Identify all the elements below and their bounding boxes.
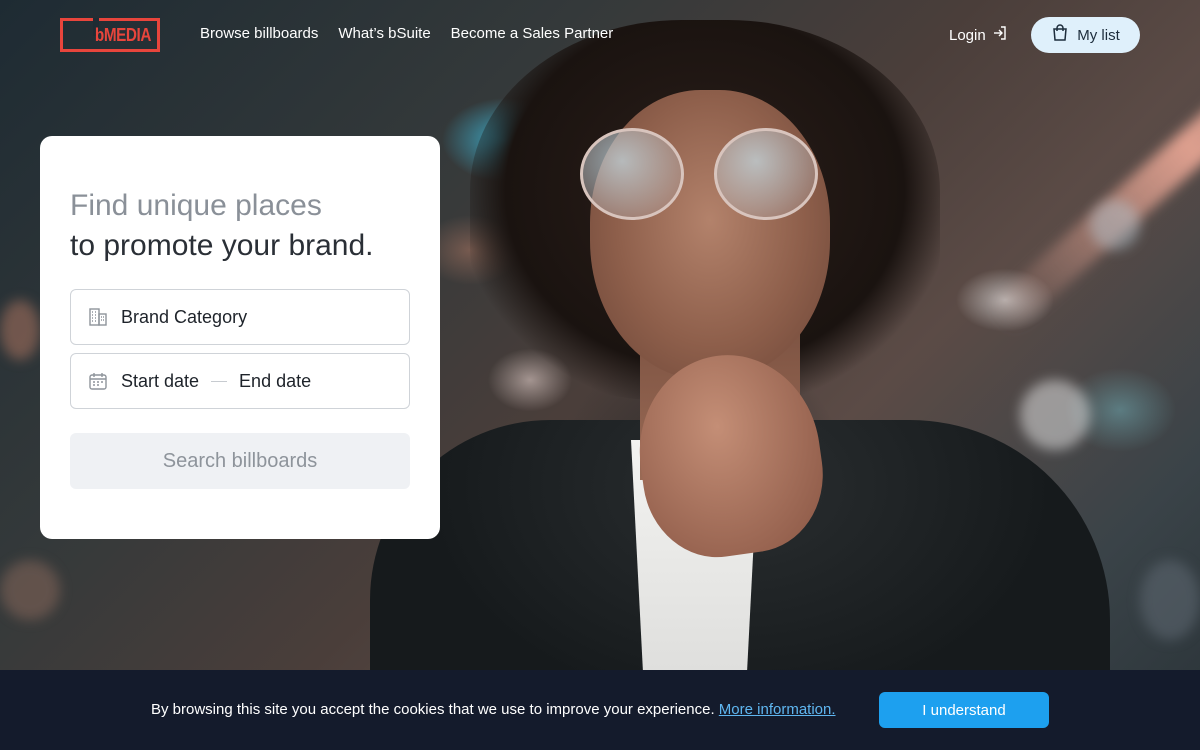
bokeh-light	[1020, 380, 1090, 450]
nav-browse-billboards[interactable]: Browse billboards	[200, 25, 318, 42]
bmedia-logo[interactable]: bMEDIA	[60, 18, 160, 52]
cookie-banner: By browsing this site you accept the coo…	[0, 670, 1200, 750]
cookie-message-container: By browsing this site you accept the coo…	[151, 701, 836, 718]
card-title-line1: Find unique places	[70, 189, 322, 222]
nav-become-sales-partner[interactable]: Become a Sales Partner	[451, 25, 614, 42]
date-separator	[211, 380, 228, 382]
login-label: Login	[949, 26, 986, 44]
calendar-icon	[87, 370, 109, 392]
my-list-label: My list	[1077, 26, 1120, 44]
bokeh-light	[1090, 200, 1140, 250]
site-header: bMEDIA Browse billboards What’s bSuite B…	[0, 0, 1200, 70]
glasses-lens-right	[714, 128, 818, 220]
brand-category-label: Brand Category	[121, 306, 248, 327]
my-list-button[interactable]: My list	[1031, 17, 1140, 53]
i-understand-button[interactable]: I understand	[879, 692, 1049, 728]
building-icon	[87, 306, 109, 328]
more-information-link[interactable]: More information.	[719, 701, 836, 718]
main-nav: Browse billboards What’s bSuite Become a…	[200, 25, 613, 42]
search-billboards-button[interactable]: Search billboards	[70, 433, 410, 489]
glasses-lens-left	[580, 128, 684, 220]
card-title-line2: to promote your brand.	[70, 229, 374, 262]
end-date-field[interactable]: End date	[239, 371, 311, 392]
date-range-picker[interactable]: Start date End date	[70, 353, 410, 409]
bokeh-light	[1140, 560, 1200, 640]
login-arrow-icon	[992, 25, 1008, 45]
bokeh-light	[0, 300, 40, 360]
shopping-bag-icon	[1051, 24, 1069, 46]
cookie-message: By browsing this site you accept the coo…	[151, 701, 719, 718]
logo-text: bMEDIA	[94, 24, 152, 45]
brand-category-select[interactable]: Brand Category	[70, 289, 410, 345]
login-link[interactable]: Login	[949, 25, 1008, 45]
bokeh-light	[0, 560, 60, 620]
nav-whats-bsuite[interactable]: What’s bSuite	[338, 25, 430, 42]
start-date-field[interactable]: Start date	[121, 371, 199, 392]
search-card: Find unique places to promote your brand…	[40, 136, 440, 539]
